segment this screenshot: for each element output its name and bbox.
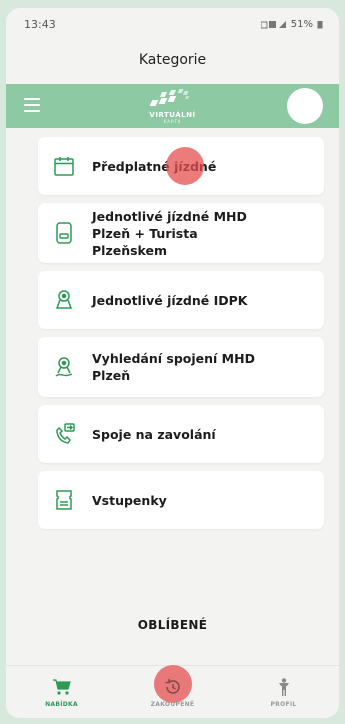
nav-label: ZAKOUPENÉ bbox=[150, 700, 195, 708]
app-header: VIRTUÁLNÍ KARTA bbox=[6, 84, 339, 128]
menu-item-vstupenky[interactable]: Vstupenky bbox=[38, 471, 324, 529]
ticket-icon bbox=[56, 490, 72, 510]
route-pin-icon bbox=[55, 357, 73, 377]
cart-icon bbox=[52, 678, 71, 695]
logo-text: VIRTUÁLNÍ bbox=[149, 111, 196, 119]
location-pin-icon bbox=[55, 290, 73, 309]
menu-item-label: Vyhledání spojení MHD Plzeň bbox=[92, 351, 255, 383]
signal-icon bbox=[260, 20, 286, 28]
menu-item-jednotlive-mhd[interactable]: Jednotlivé jízdné MHD Plzeň + Turista Pl… bbox=[38, 203, 324, 263]
menu-icon[interactable] bbox=[24, 98, 40, 112]
nav-label: PROFIL bbox=[270, 700, 297, 708]
menu-item-vyhledani-spojeni[interactable]: Vyhledání spojení MHD Plzeň bbox=[38, 337, 324, 397]
menu-item-label: Jednotlivé jízdné MHD Plzeň + Turista Pl… bbox=[92, 208, 247, 258]
favorites-heading: OBLÍBENÉ bbox=[137, 618, 208, 632]
menu-item-label: Vstupenky bbox=[92, 492, 167, 508]
menu-item-label: Spoje na zavolání bbox=[92, 426, 216, 442]
logo-subtext: KARTA bbox=[163, 119, 182, 124]
battery-icon bbox=[317, 20, 323, 28]
history-icon bbox=[165, 678, 180, 694]
calendar-icon bbox=[54, 157, 74, 176]
phone-screen: 13:43 51% Kategorie VIRTUÁLNÍ KARTA Před… bbox=[6, 8, 339, 718]
bottom-navigation: NABÍDKA ZAKOUPENÉ PROFIL bbox=[6, 664, 339, 718]
status-bar: 13:43 51% bbox=[6, 8, 339, 40]
touch-indicator bbox=[166, 147, 204, 185]
battery-percent: 51% bbox=[290, 18, 313, 30]
app-logo: VIRTUÁLNÍ KARTA bbox=[149, 88, 195, 124]
status-icons: 51% bbox=[260, 18, 323, 30]
status-time: 13:43 bbox=[24, 17, 56, 31]
nav-profil[interactable]: PROFIL bbox=[244, 677, 324, 708]
nav-nabidka[interactable]: NABÍDKA bbox=[22, 677, 102, 708]
phone-ticket-icon bbox=[56, 222, 72, 244]
menu-item-predplatne[interactable]: Předplatné jízdné bbox=[38, 137, 324, 195]
person-icon bbox=[278, 677, 289, 696]
avatar[interactable] bbox=[287, 88, 323, 124]
menu-item-spoje-na-zavolani[interactable]: Spoje na zavolání bbox=[38, 405, 324, 463]
page-title: Kategorie bbox=[138, 52, 207, 68]
menu-item-idpk[interactable]: Jednotlivé jízdné IDPK bbox=[38, 271, 324, 329]
menu-item-label: Jednotlivé jízdné IDPK bbox=[92, 292, 248, 308]
logo-mark bbox=[149, 89, 189, 106]
nav-zakoupene[interactable]: ZAKOUPENÉ bbox=[133, 664, 213, 708]
nav-label: NABÍDKA bbox=[45, 700, 78, 708]
category-list: Předplatné jízdné Jednotlivé jízdné MHD … bbox=[6, 128, 339, 529]
phone-call-icon bbox=[56, 423, 75, 444]
